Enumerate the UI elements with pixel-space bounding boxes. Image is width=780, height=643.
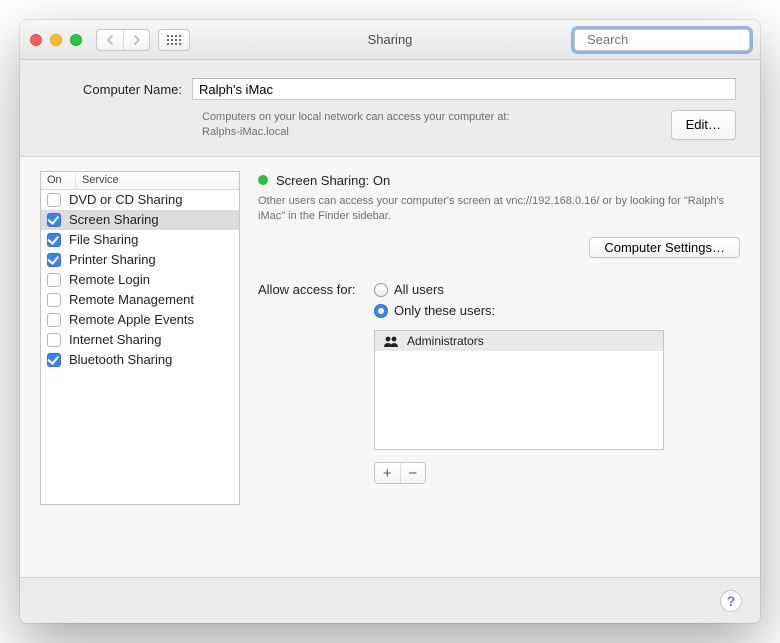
- computer-name-label: Computer Name:: [44, 82, 192, 97]
- close-window-button[interactable]: [30, 34, 42, 46]
- service-row[interactable]: DVD or CD Sharing: [41, 190, 239, 210]
- service-label: Printer Sharing: [69, 252, 156, 267]
- service-checkbox[interactable]: [47, 213, 61, 227]
- service-row[interactable]: File Sharing: [41, 230, 239, 250]
- list-item[interactable]: Administrators: [375, 331, 663, 351]
- services-header-service: Service: [75, 172, 239, 189]
- remove-user-button[interactable]: −: [400, 463, 426, 483]
- allowed-users-list[interactable]: Administrators: [374, 330, 664, 450]
- service-checkbox[interactable]: [47, 273, 61, 287]
- service-row[interactable]: Remote Apple Events: [41, 310, 239, 330]
- edit-button[interactable]: Edit…: [671, 110, 736, 140]
- main-area: On Service DVD or CD Sharing Screen Shari…: [20, 156, 760, 577]
- titlebar: Sharing: [20, 20, 760, 60]
- status-info: Other users can access your computer's s…: [258, 194, 740, 224]
- status-line: Screen Sharing: On: [258, 173, 740, 188]
- service-label: File Sharing: [69, 232, 138, 247]
- users-icon: [383, 336, 399, 347]
- show-all-prefs-button[interactable]: [158, 29, 190, 51]
- service-checkbox[interactable]: [47, 193, 61, 207]
- service-label: Screen Sharing: [69, 212, 159, 227]
- service-row[interactable]: Remote Login: [41, 270, 239, 290]
- chevron-right-icon: [133, 35, 141, 45]
- allow-access-label: Allow access for:: [258, 282, 374, 484]
- service-checkbox[interactable]: [47, 353, 61, 367]
- service-label: Internet Sharing: [69, 332, 162, 347]
- radio-icon: [374, 283, 388, 297]
- service-label: Remote Login: [69, 272, 150, 287]
- local-address-line1: Computers on your local network can acce…: [202, 111, 510, 123]
- service-details: Screen Sharing: On Other users can acces…: [258, 171, 740, 557]
- forward-button[interactable]: [123, 30, 149, 50]
- radio-only-label: Only these users:: [394, 303, 495, 318]
- service-row[interactable]: Printer Sharing: [41, 250, 239, 270]
- service-row[interactable]: Remote Management: [41, 290, 239, 310]
- radio-all-users-label: All users: [394, 282, 444, 297]
- computer-name-field[interactable]: [192, 78, 736, 100]
- add-user-button[interactable]: +: [375, 463, 400, 483]
- add-remove-buttons: + −: [374, 462, 426, 484]
- service-checkbox[interactable]: [47, 253, 61, 267]
- radio-all-users[interactable]: All users: [374, 282, 664, 297]
- service-checkbox[interactable]: [47, 233, 61, 247]
- services-header-on: On: [41, 172, 75, 189]
- service-checkbox[interactable]: [47, 333, 61, 347]
- service-label: Remote Management: [69, 292, 194, 307]
- prefpane-body: Computer Name: Computers on your local n…: [20, 60, 760, 623]
- services-table: On Service DVD or CD Sharing Screen Shari…: [40, 171, 240, 505]
- local-address-hint: Computers on your local network can acce…: [20, 106, 760, 156]
- user-name: Administrators: [407, 334, 484, 348]
- nav-back-forward: [96, 29, 150, 51]
- service-checkbox[interactable]: [47, 293, 61, 307]
- service-row[interactable]: Bluetooth Sharing: [41, 350, 239, 370]
- service-row[interactable]: Internet Sharing: [41, 330, 239, 350]
- zoom-window-button[interactable]: [70, 34, 82, 46]
- back-button[interactable]: [97, 30, 123, 50]
- status-text: Screen Sharing: On: [276, 173, 390, 188]
- service-label: Bluetooth Sharing: [69, 352, 172, 367]
- help-button[interactable]: ?: [720, 590, 742, 612]
- service-label: Remote Apple Events: [69, 312, 194, 327]
- services-header: On Service: [41, 172, 239, 190]
- chevron-left-icon: [106, 35, 114, 45]
- service-checkbox[interactable]: [47, 313, 61, 327]
- search-field[interactable]: [574, 29, 750, 51]
- service-label: DVD or CD Sharing: [69, 192, 182, 207]
- status-dot-icon: [258, 175, 268, 185]
- sharing-prefpane-window: Sharing Computer Name: Computers on your…: [20, 20, 760, 623]
- grid-icon: [167, 35, 181, 45]
- computer-settings-button[interactable]: Computer Settings…: [589, 237, 740, 258]
- allow-access-row: Allow access for: All users Only these u…: [258, 282, 740, 484]
- window-controls: [30, 34, 82, 46]
- search-input[interactable]: [585, 31, 760, 48]
- service-row[interactable]: Screen Sharing: [41, 210, 239, 230]
- radio-icon: [374, 304, 388, 318]
- radio-only-these-users[interactable]: Only these users:: [374, 303, 664, 318]
- footer: ?: [20, 577, 760, 623]
- computer-name-row: Computer Name:: [20, 60, 760, 106]
- minimize-window-button[interactable]: [50, 34, 62, 46]
- local-address-line2: Ralphs-iMac.local: [202, 126, 289, 138]
